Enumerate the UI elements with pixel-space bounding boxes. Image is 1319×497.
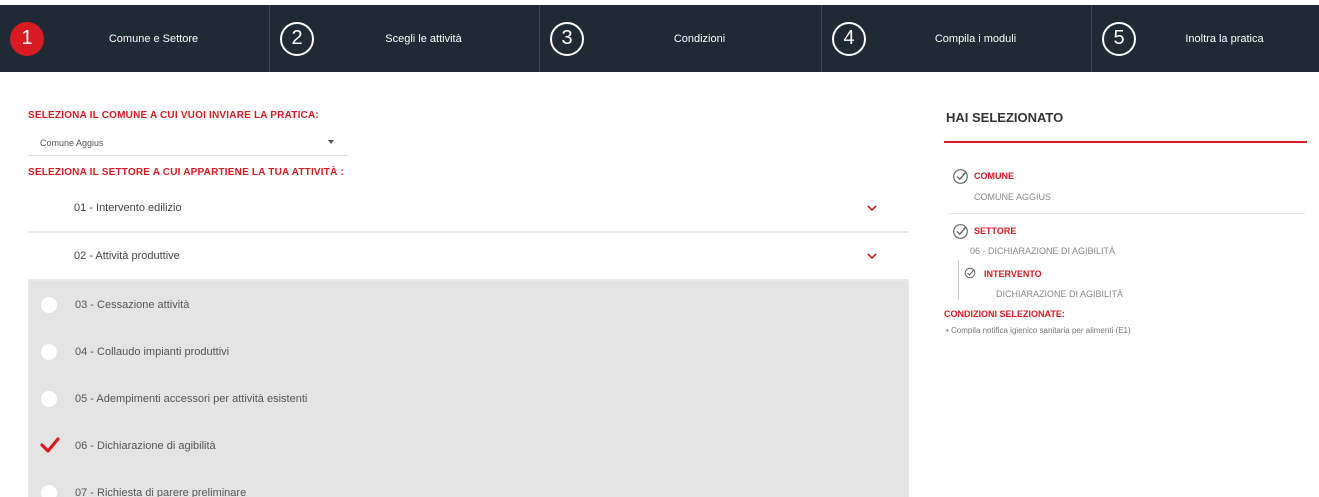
settore-value: 06 - DICHIARAZIONE DI AGIBILITÀ (970, 246, 1116, 256)
option-label: 05 - Adempimenti accessori per attività … (75, 393, 308, 405)
option-parere-preliminare[interactable]: 07 - Richiesta di parere preliminare (28, 469, 909, 497)
comune-section-title: SELEZIONA IL COMUNE A CUI VUOI INVIARE L… (28, 110, 319, 121)
condizioni-title: CONDIZIONI SELEZIONATE: (944, 309, 1065, 319)
check-circle-icon (953, 224, 968, 239)
accordion-item-attivita-produttive[interactable]: 02 - Attività produttive (28, 233, 909, 281)
caret-down-icon (328, 140, 334, 144)
step-comune-settore[interactable]: 1 Comune e Settore (0, 5, 270, 72)
option-label: 03 - Cessazione attività (75, 299, 190, 311)
accordion-label: 02 - Attività produttive (74, 250, 180, 262)
option-dichiarazione-agibilita[interactable]: 06 - Dichiarazione di agibilità (28, 422, 909, 469)
step-number: 3 (550, 21, 584, 56)
option-label: 06 - Dichiarazione di agibilità (75, 440, 216, 452)
radio-button[interactable] (41, 391, 57, 407)
intervento-label: INTERVENTO (984, 269, 1042, 279)
option-collaudo-impianti[interactable]: 04 - Collaudo impianti produttivi (28, 328, 909, 375)
option-label: 07 - Richiesta di parere preliminare (75, 487, 247, 497)
settore-list: 01 - Intervento edilizio 02 - Attività p… (28, 185, 909, 497)
chevron-down-icon (867, 253, 877, 260)
intervento-value: DICHIARAZIONE DI AGIBILITÀ (996, 289, 1124, 299)
settore-label: SETTORE (974, 226, 1017, 236)
accordion-label: 01 - Intervento edilizio (74, 202, 182, 214)
settore-section-title: SELEZIONA IL SETTORE A CUI APPARTIENE LA… (28, 167, 345, 178)
step-label: Scegli le attività (385, 32, 462, 45)
radio-button[interactable] (41, 344, 57, 360)
step-compila-moduli[interactable]: 4 Compila i moduli (822, 5, 1092, 72)
step-number: 1 (10, 21, 44, 56)
step-number: 4 (832, 21, 866, 56)
check-circle-icon (964, 267, 976, 279)
check-circle-icon (953, 169, 968, 184)
comune-select[interactable]: Comune Aggius (28, 132, 348, 156)
condizione-text: Compila notifica igienico sanitaria per … (951, 326, 1131, 335)
selection-form: SELEZIONA IL COMUNE A CUI VUOI INVIARE L… (0, 72, 920, 497)
step-number: 2 (280, 21, 314, 56)
step-label: Inoltra la pratica (1185, 32, 1264, 45)
wizard-steps-bar: 1 Comune e Settore 2 Scegli le attività … (0, 5, 1319, 72)
step-label: Comune e Settore (108, 32, 199, 45)
radio-button[interactable] (41, 485, 57, 497)
condizione-item: • Compila notifica igienico sanitaria pe… (946, 326, 1131, 335)
step-label: Condizioni (673, 32, 726, 45)
option-adempimenti-accessori[interactable]: 05 - Adempimenti accessori per attività … (28, 375, 909, 422)
option-label: 04 - Collaudo impianti produttivi (75, 346, 230, 358)
step-scegli-attivita[interactable]: 2 Scegli le attività (270, 5, 540, 72)
tree-line (958, 260, 959, 300)
comune-selected-value: Comune Aggius (40, 138, 104, 148)
comune-label: COMUNE (974, 171, 1014, 181)
option-cessazione-attivita[interactable]: 03 - Cessazione attività (28, 281, 909, 328)
summary-separator (948, 213, 1305, 214)
selection-summary-panel: HAI SELEZIONATO COMUNE COMUNE AGGIUS SET… (920, 72, 1319, 497)
comune-value: COMUNE AGGIUS (974, 192, 1052, 202)
step-label: Compila i moduli (934, 32, 1017, 45)
summary-divider (944, 141, 1307, 143)
step-inoltra-pratica[interactable]: 5 Inoltra la pratica (1092, 5, 1319, 72)
checkmark-icon[interactable] (39, 435, 61, 455)
chevron-down-icon (867, 205, 877, 212)
radio-button[interactable] (41, 297, 57, 313)
step-number: 5 (1102, 21, 1136, 56)
step-condizioni[interactable]: 3 Condizioni (540, 5, 822, 72)
summary-title: HAI SELEZIONATO (946, 110, 1064, 125)
accordion-item-intervento-edilizio[interactable]: 01 - Intervento edilizio (28, 185, 909, 233)
